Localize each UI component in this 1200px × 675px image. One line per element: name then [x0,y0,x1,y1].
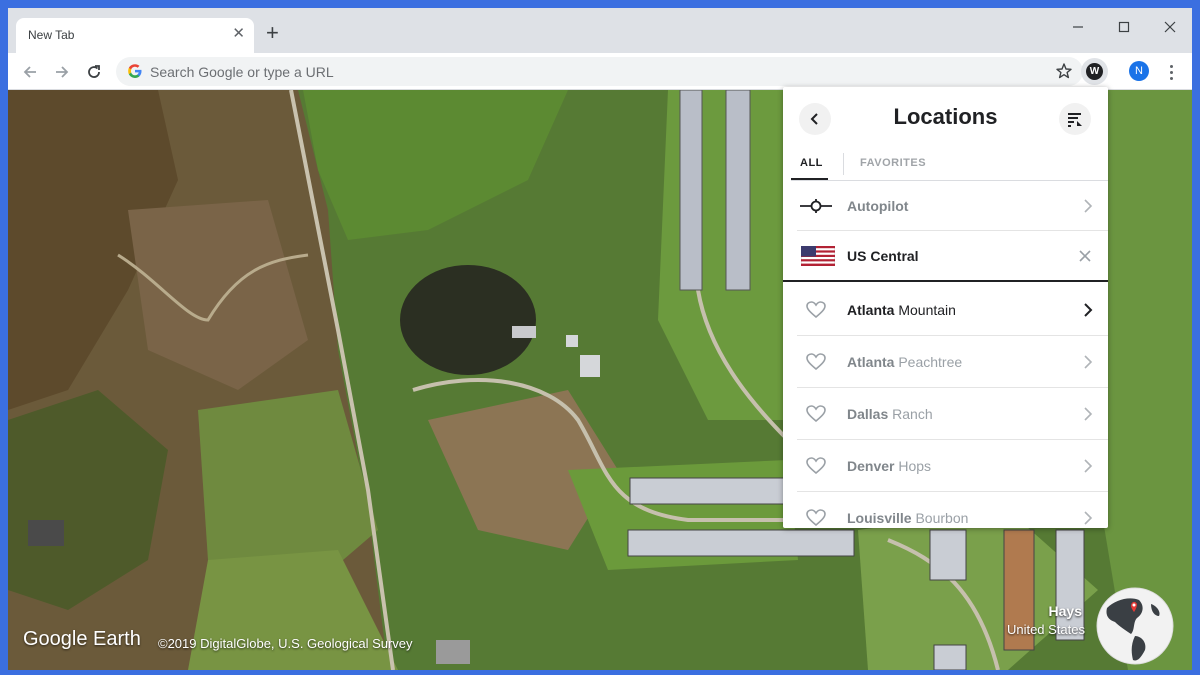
address-placeholder: Search Google or type a URL [150,64,334,80]
maximize-button[interactable] [1109,16,1139,38]
reload-icon [88,65,100,78]
heart-icon[interactable] [799,351,833,373]
location-label: Atlanta Mountain [847,301,956,318]
tab-favorites[interactable]: FAVORITES [860,157,926,169]
address-bar[interactable]: Search Google or type a URL [116,57,1083,86]
chevron-right-icon [1084,458,1093,473]
browser-window: New Tab ✕ + Search Google or type a URL … [8,8,1192,670]
region-label: US Central [847,247,919,264]
tab-close-icon[interactable]: ✕ [232,26,245,42]
google-earth-logo: Google Earth [23,628,141,650]
location-label: Denver Hops [847,457,932,474]
close-window-button[interactable] [1155,16,1185,38]
location-row[interactable]: Atlanta Mountain [797,284,1108,336]
place-label-name: Hays [1048,603,1082,619]
map-copyright: ©2019 DigitalGlobe, U.S. Geological Surv… [158,636,413,651]
chevron-right-icon [1084,302,1093,317]
minimize-icon [1073,26,1083,28]
arrow-right-icon [56,66,69,78]
minimize-button[interactable] [1063,16,1093,38]
tab-title: New Tab [28,28,75,42]
forward-button[interactable] [50,60,74,84]
extension-icon: W [1086,63,1103,80]
bookmark-star-icon[interactable] [1055,62,1073,80]
browser-menu-icon[interactable] [1164,61,1178,83]
arrow-left-icon [23,66,36,78]
sort-button[interactable] [1059,103,1091,135]
location-label: Dallas Ranch [847,405,933,422]
heart-icon[interactable] [799,507,833,529]
tab-divider [843,153,844,175]
place-label-region: United States [1006,622,1085,637]
new-tab-button[interactable]: + [266,22,279,44]
location-row[interactable]: Denver Hops [797,440,1108,492]
back-button[interactable] [18,60,42,84]
chevron-right-icon [1084,354,1093,369]
sort-icon [1068,113,1082,127]
heart-icon[interactable] [799,455,833,477]
tab-strip: New Tab ✕ + [8,8,1192,53]
close-icon [1164,21,1176,33]
us-flag-icon [801,245,835,267]
location-row[interactable]: Atlanta Peachtree [797,336,1108,388]
browser-tab[interactable]: New Tab ✕ [16,18,254,53]
extension-button[interactable]: W [1081,58,1108,85]
location-label: Louisville Bourbon [847,509,969,526]
airplane-icon [799,195,833,217]
locations-panel: Locations ALL FAVORITES Autopilot US Cen… [783,87,1108,528]
autopilot-row[interactable]: Autopilot [797,181,1108,231]
autopilot-label: Autopilot [847,197,909,214]
region-row[interactable]: US Central [783,231,1108,282]
globe-icon[interactable] [1095,586,1175,666]
chevron-right-icon [1084,406,1093,421]
location-row[interactable]: Dallas Ranch [797,388,1108,440]
maximize-icon [1118,21,1130,33]
google-icon [128,64,142,78]
location-label: Atlanta Peachtree [847,353,963,370]
tab-all[interactable]: ALL [800,157,823,169]
chevron-right-icon [1084,198,1093,213]
chevron-right-icon [1084,510,1093,525]
heart-icon[interactable] [799,403,833,425]
clear-region-icon[interactable] [1078,249,1092,263]
reload-button[interactable] [82,60,106,84]
location-row[interactable]: Louisville Bourbon [797,492,1108,528]
browser-toolbar: Search Google or type a URL W N [8,53,1192,90]
heart-icon[interactable] [799,299,833,321]
profile-avatar[interactable]: N [1129,61,1149,81]
